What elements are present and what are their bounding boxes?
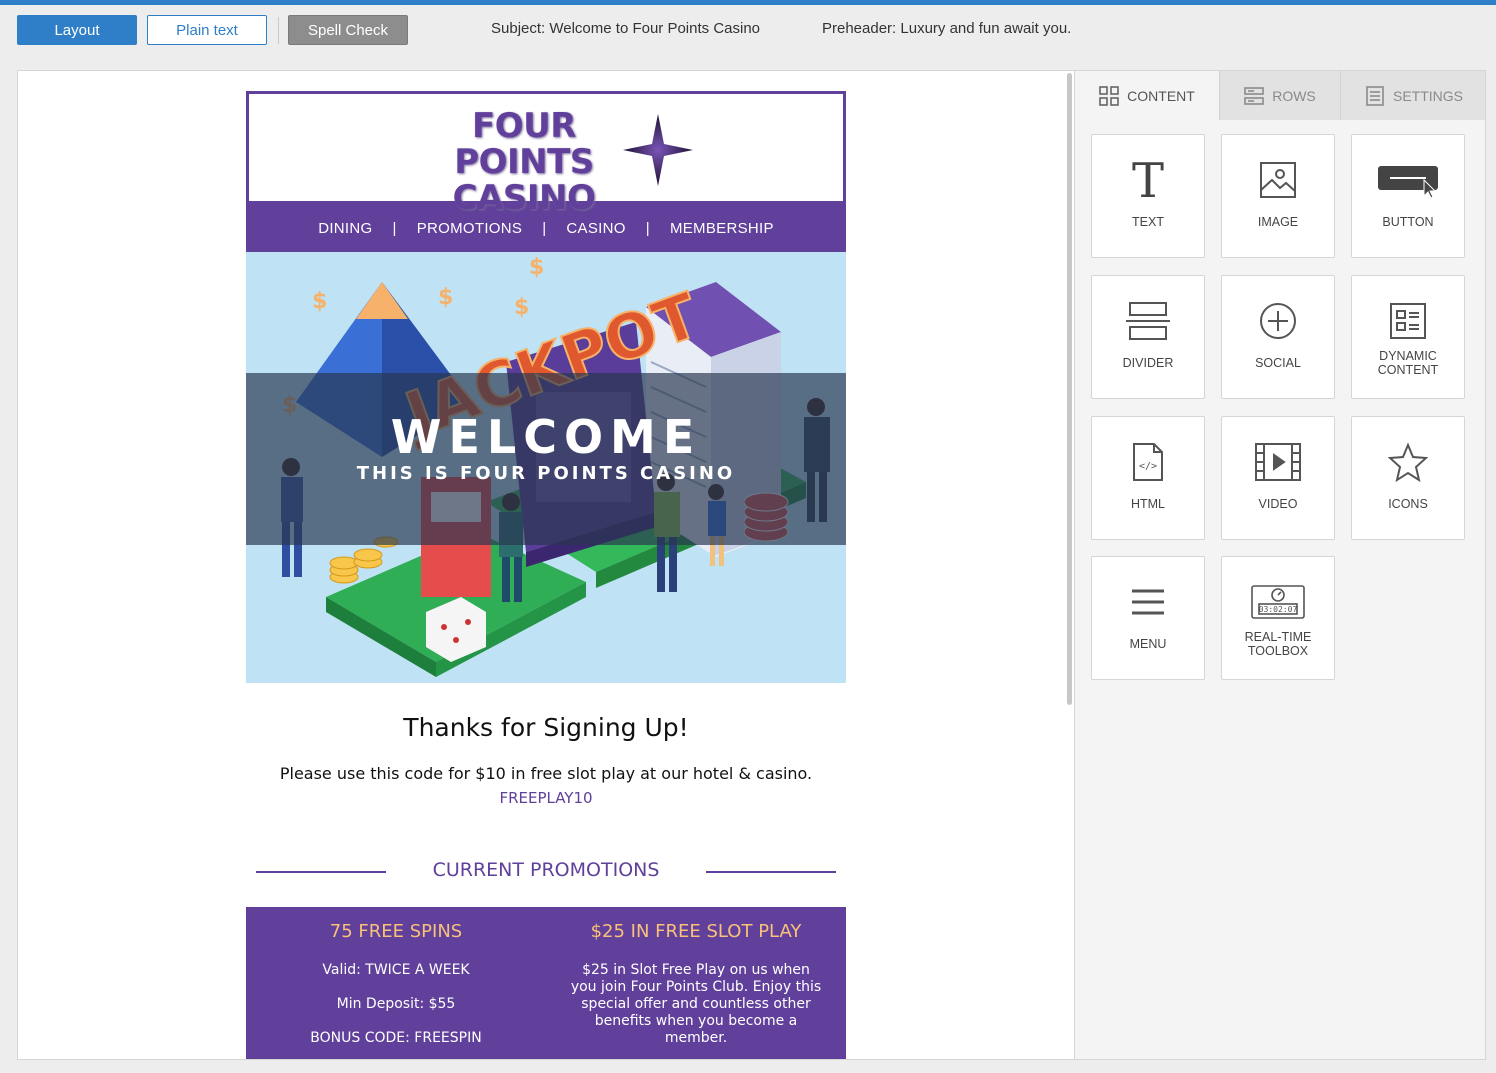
tile-video[interactable]: VIDEO <box>1221 416 1335 540</box>
divider-icon <box>1092 298 1204 344</box>
panel-tabs: CONTENT ROWS SETTINGS <box>1075 71 1485 121</box>
logo-line-2: CASINO <box>452 178 596 218</box>
hero-subtitle: THIS IS FOUR POINTS CASINO <box>356 463 736 484</box>
svg-text:$: $ <box>438 285 453 310</box>
nav-separator: | <box>392 219 397 237</box>
nav-separator: | <box>542 219 547 237</box>
hero-title: WELCOME <box>390 410 702 464</box>
nav-casino[interactable]: CASINO <box>566 220 625 237</box>
tab-label: SETTINGS <box>1392 87 1463 104</box>
promo-line: Min Deposit: $55 <box>336 996 456 1012</box>
promotions-title: CURRENT PROMOTIONS <box>432 859 660 881</box>
editor-toolbar: Layout Plain text Spell Check Subject: W… <box>0 5 1496 55</box>
tab-rows[interactable]: ROWS <box>1219 71 1340 120</box>
nav-membership[interactable]: MEMBERSHIP <box>670 220 774 237</box>
promo-line: BONUS CODE: FREESPIN <box>310 1030 482 1046</box>
tab-label: CONTENT <box>1127 88 1195 104</box>
text-icon: T <box>1092 157 1204 203</box>
promo-title: 75 FREE SPINS <box>329 921 463 942</box>
tile-label: VIDEO <box>1258 497 1298 511</box>
email-canvas[interactable]: FOUR POINTS CASINO DINING | PROMOTIONS |… <box>18 71 1073 1059</box>
tile-label: SOCIAL <box>1255 356 1301 370</box>
promo-code[interactable]: FREEPLAY10 <box>246 789 846 807</box>
promo-description: $25 in Slot Free Play on us when you joi… <box>570 962 822 1046</box>
tab-content[interactable]: CONTENT <box>1075 71 1219 121</box>
tile-label: HTML <box>1130 497 1166 511</box>
hero-image[interactable]: JACKPOT $ $ $ $ WELCOME THIS IS FOUR POI… <box>246 252 846 683</box>
nav-dining[interactable]: DINING <box>318 220 372 237</box>
promotions-block[interactable]: 75 FREE SPINS Valid: TWICE A WEEK Min De… <box>246 907 846 1059</box>
rows-icon <box>1244 86 1265 106</box>
tile-menu[interactable]: MENU <box>1091 556 1205 680</box>
editor-scrollbar[interactable] <box>1067 73 1072 705</box>
svg-text:$: $ <box>529 255 544 280</box>
tile-social[interactable]: SOCIAL <box>1221 275 1335 399</box>
tile-label: REAL-TIME TOOLBOX <box>1244 630 1312 658</box>
toolbar-divider <box>278 17 279 44</box>
content-panel: CONTENT ROWS SETTINGS T TEXT IMAGE BUTTO… <box>1074 71 1485 1059</box>
tab-label: ROWS <box>1272 87 1316 104</box>
spell-check-button[interactable]: Spell Check <box>288 15 408 45</box>
promo-title: $25 IN FREE SLOT PLAY <box>590 921 802 942</box>
promo-free-spins: 75 FREE SPINS Valid: TWICE A WEEK Min De… <box>246 907 546 1059</box>
html-file-icon: </> <box>1092 439 1204 485</box>
tile-label: DYNAMIC CONTENT <box>1377 349 1439 377</box>
subject-line[interactable]: Subject: Welcome to Four Points Casino <box>491 20 760 37</box>
divider-line-right <box>706 871 836 873</box>
svg-text:$: $ <box>312 289 327 314</box>
promo-free-slot-play: $25 IN FREE SLOT PLAY $25 in Slot Free P… <box>546 907 846 1059</box>
logo-header[interactable]: FOUR POINTS CASINO <box>246 91 846 216</box>
settings-icon <box>1365 85 1385 106</box>
timer-readout: 03:02:07 <box>1259 605 1298 614</box>
layout-button[interactable]: Layout <box>17 15 137 45</box>
social-plus-icon <box>1222 298 1334 344</box>
star-icon <box>1352 439 1464 485</box>
promo-line: Valid: TWICE A WEEK <box>322 962 470 978</box>
tile-html[interactable]: </> HTML <box>1091 416 1205 540</box>
svg-text:</>: </> <box>1139 461 1157 472</box>
tile-text[interactable]: T TEXT <box>1091 134 1205 258</box>
image-icon <box>1222 157 1334 203</box>
tile-label: ICONS <box>1388 497 1428 511</box>
tile-label: TEXT <box>1132 215 1164 229</box>
video-icon <box>1222 439 1334 485</box>
tile-icons[interactable]: ICONS <box>1351 416 1465 540</box>
tab-settings[interactable]: SETTINGS <box>1340 71 1485 120</box>
preheader-line[interactable]: Preheader: Luxury and fun await you. <box>822 20 1071 37</box>
logo-line-1: FOUR POINTS <box>454 106 594 182</box>
tile-label: BUTTON <box>1382 215 1434 229</box>
svg-text:$: $ <box>514 295 529 320</box>
svg-text:T: T <box>1132 157 1164 203</box>
casino-logo: FOUR POINTS CASINO <box>399 108 649 216</box>
editor-stage: FOUR POINTS CASINO DINING | PROMOTIONS |… <box>17 70 1486 1060</box>
thanks-heading[interactable]: Thanks for Signing Up! <box>246 713 846 742</box>
tile-dynamic-content[interactable]: DYNAMIC CONTENT <box>1351 275 1465 399</box>
grid-icon <box>1099 86 1119 106</box>
code-description[interactable]: Please use this code for $10 in free slo… <box>246 764 846 783</box>
promotions-header[interactable]: CURRENT PROMOTIONS <box>246 859 846 889</box>
hamburger-menu-icon <box>1092 579 1204 625</box>
tile-label: MENU <box>1129 637 1167 651</box>
tile-image[interactable]: IMAGE <box>1221 134 1335 258</box>
countdown-timer-icon: 03:02:07 <box>1222 579 1334 625</box>
plain-text-button[interactable]: Plain text <box>147 15 267 45</box>
tile-real-time-toolbox[interactable]: 03:02:07 REAL-TIME TOOLBOX <box>1221 556 1335 680</box>
nav-separator: | <box>645 219 650 237</box>
email-preview: FOUR POINTS CASINO DINING | PROMOTIONS |… <box>246 91 846 1059</box>
tile-label: IMAGE <box>1257 215 1299 229</box>
tile-button[interactable]: BUTTON <box>1351 134 1465 258</box>
button-icon <box>1352 157 1464 203</box>
tile-divider[interactable]: DIVIDER <box>1091 275 1205 399</box>
four-point-star-icon <box>623 114 693 186</box>
dynamic-content-icon <box>1352 298 1464 344</box>
tile-label: DIVIDER <box>1122 356 1174 370</box>
nav-promotions[interactable]: PROMOTIONS <box>417 220 523 237</box>
